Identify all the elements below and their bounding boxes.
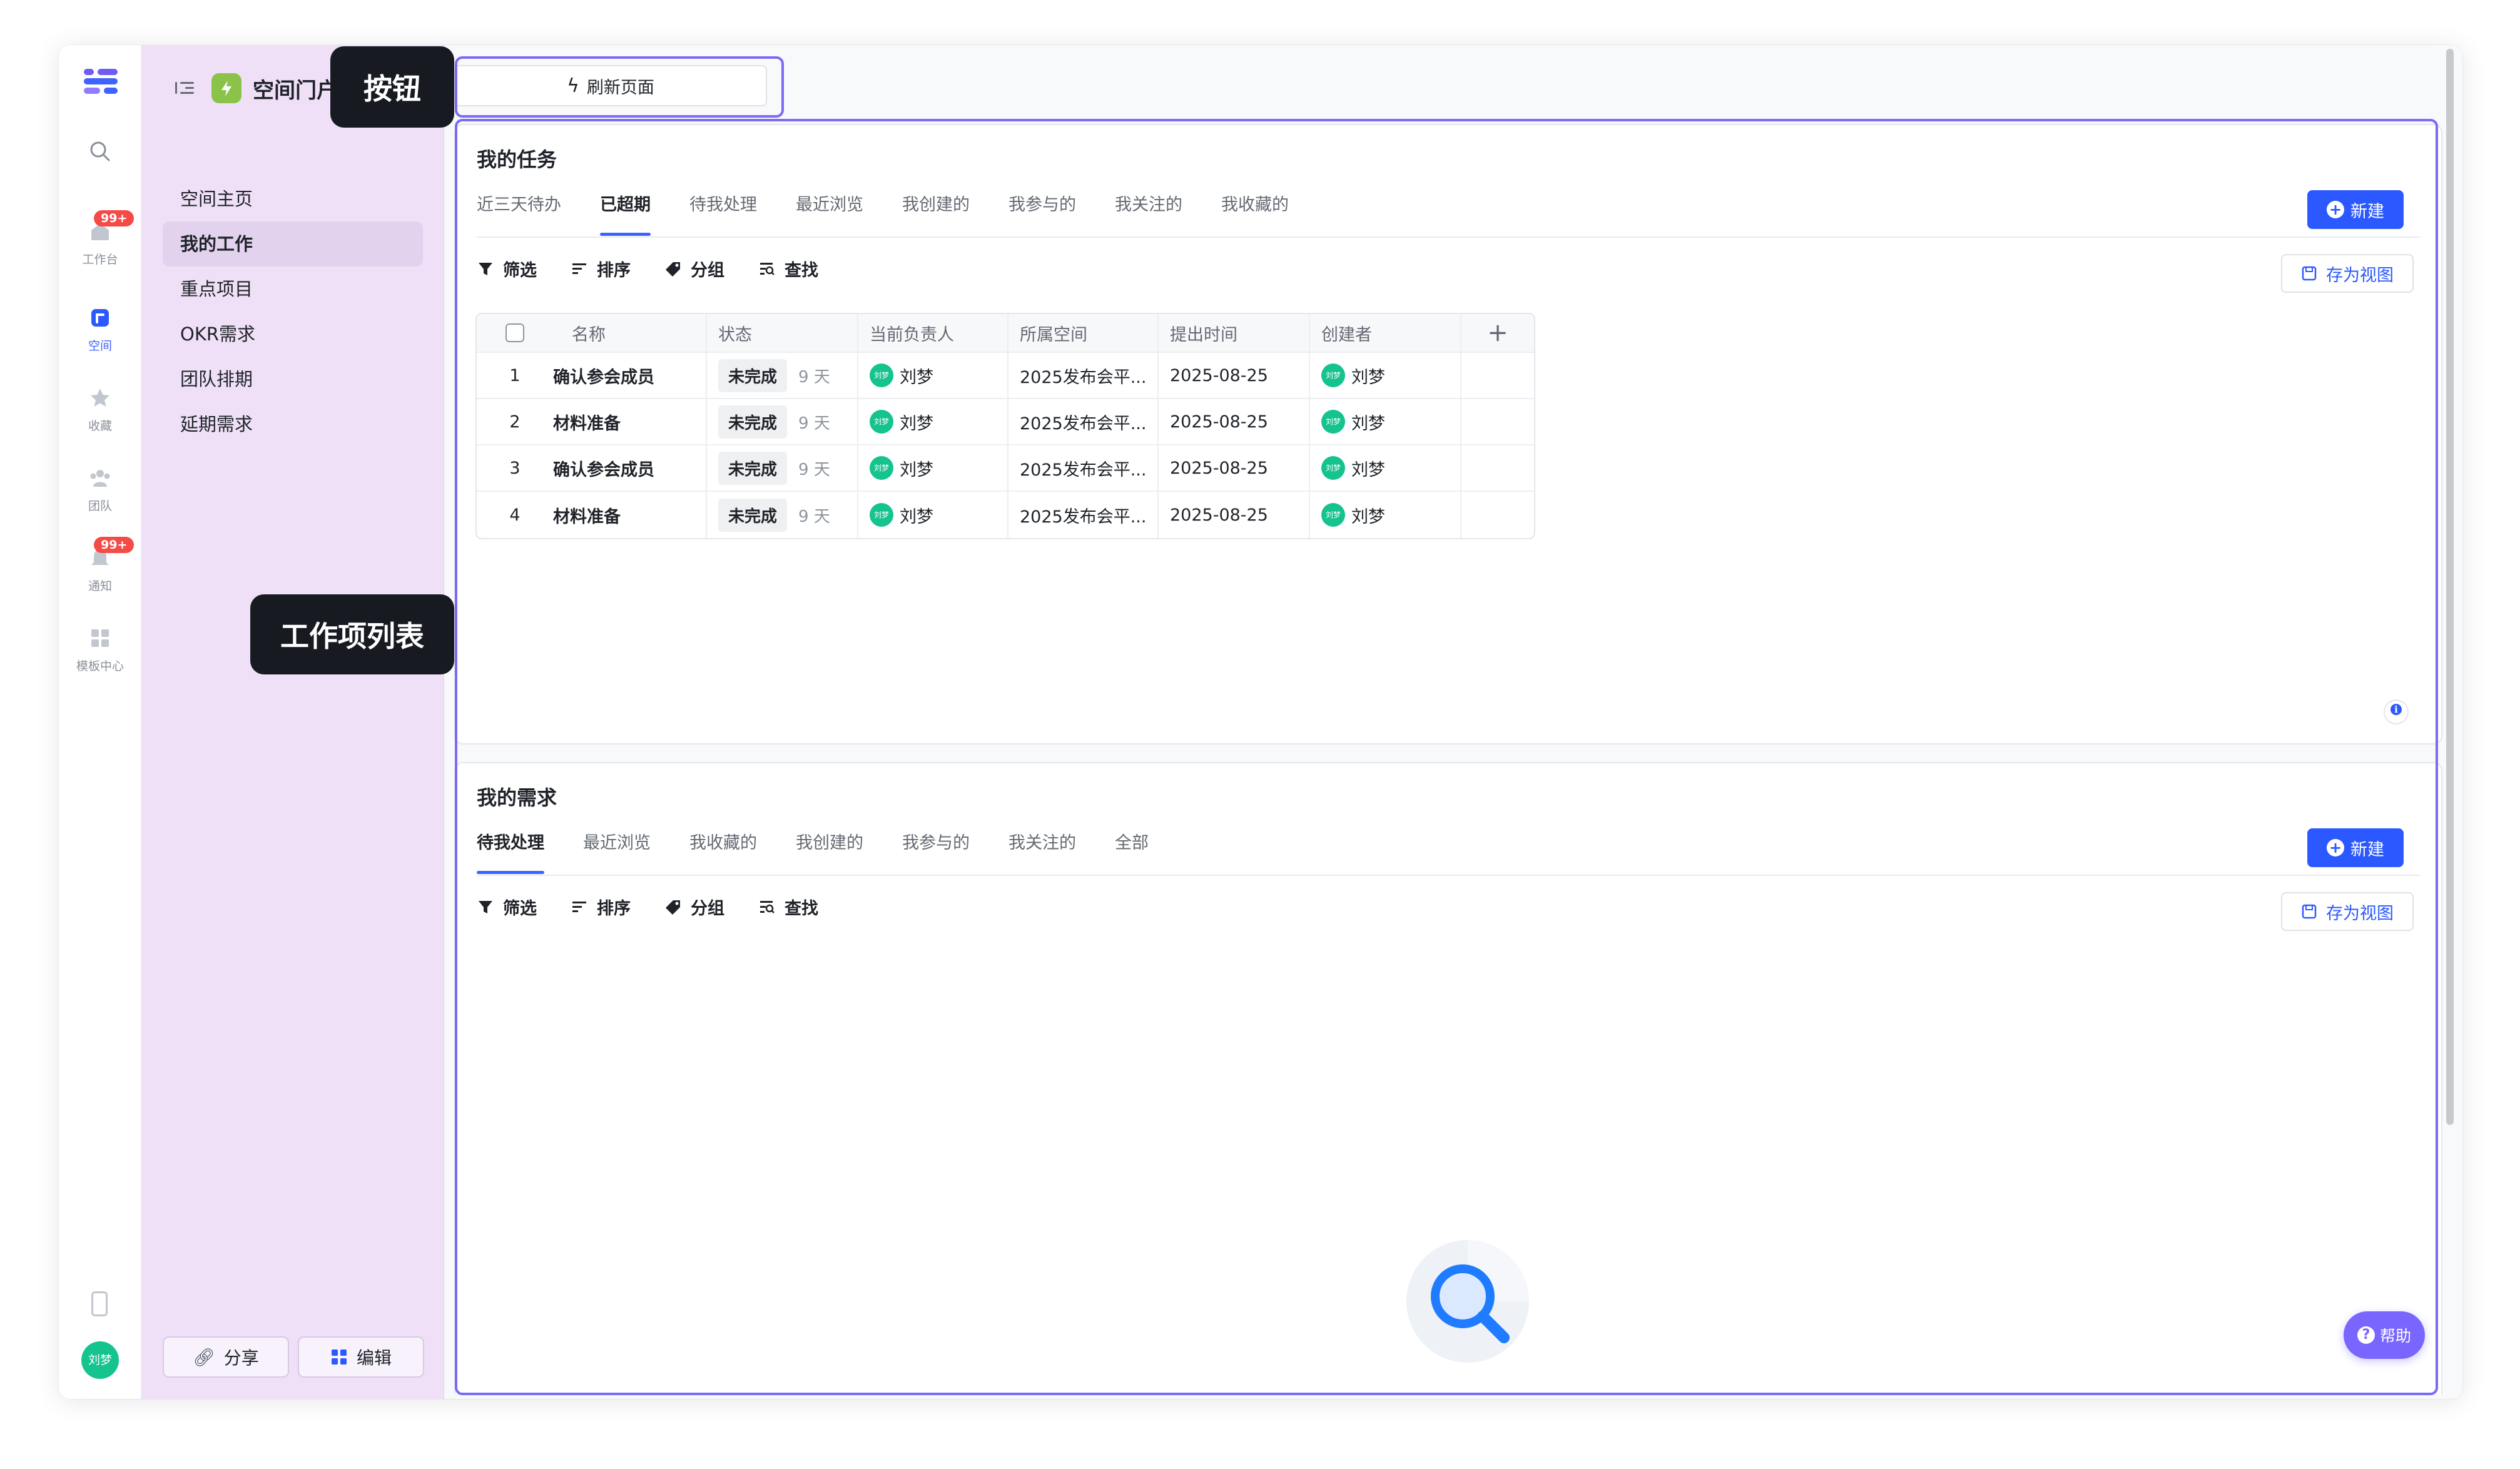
rail-favorites[interactable]: 收藏	[59, 385, 141, 434]
template-icon	[91, 629, 109, 647]
team-icon	[90, 470, 110, 487]
rail-label-favorites: 收藏	[88, 419, 112, 433]
rail-notifications[interactable]: 99+ 通知	[59, 537, 141, 594]
mobile-icon[interactable]	[91, 1291, 108, 1316]
rail-label-notifications: 通知	[88, 579, 112, 593]
star-icon	[91, 389, 109, 407]
nav-team-schedule[interactable]: 团队排期	[163, 357, 423, 402]
search-icon	[90, 141, 110, 161]
space-title: 空间门户	[253, 78, 338, 103]
edit-button[interactable]: 编辑	[298, 1336, 424, 1378]
rail-label-workbench: 工作台	[82, 253, 118, 267]
space-header: 空间门户	[175, 73, 338, 104]
rail-label-team: 团队	[88, 499, 112, 513]
rail-workbench[interactable]: 99+ 工作台	[59, 210, 141, 267]
share-label: 分享	[223, 1348, 259, 1368]
icon-rail: 99+ 工作台 空间 收藏 团队 99+ 通知 模板中心 刘梦	[59, 45, 141, 1399]
nav-my-work[interactable]: 我的工作	[163, 221, 423, 267]
rail-templates[interactable]: 模板中心	[59, 626, 141, 674]
space-sidebar: 空间门户 空间主页 我的工作 重点项目 OKR需求 团队排期 延期需求 🔗︎ 分…	[141, 45, 444, 1399]
grid-icon	[331, 1350, 347, 1365]
nav-key-projects[interactable]: 重点项目	[163, 267, 423, 312]
scrollbar[interactable]	[2446, 49, 2454, 1125]
link-icon: 🔗︎	[193, 1346, 215, 1368]
button-highlight	[455, 56, 784, 118]
rail-search[interactable]	[59, 139, 141, 164]
user-avatar[interactable]: 刘梦	[81, 1341, 119, 1379]
rail-space[interactable]: 空间	[59, 305, 141, 353]
rail-team[interactable]: 团队	[59, 465, 141, 514]
button-callout: 按钮	[330, 46, 454, 128]
workbench-badge: 99+	[94, 210, 135, 226]
share-button[interactable]: 🔗︎ 分享	[163, 1336, 289, 1378]
nav-space-home[interactable]: 空间主页	[163, 176, 423, 221]
space-icon	[91, 309, 109, 327]
rail-label-space: 空间	[88, 339, 112, 353]
space-logo-icon	[211, 73, 241, 103]
list-callout: 工作项列表	[250, 594, 454, 674]
rail-label-templates: 模板中心	[76, 659, 124, 673]
app-logo-icon[interactable]	[84, 68, 119, 95]
nav-okr-requests[interactable]: OKR需求	[163, 312, 423, 357]
nav-delayed-requests[interactable]: 延期需求	[163, 402, 423, 447]
edit-label: 编辑	[356, 1348, 392, 1368]
notification-badge: 99+	[94, 537, 135, 553]
collapse-sidebar-icon[interactable]	[175, 79, 195, 97]
list-highlight	[455, 119, 2438, 1395]
